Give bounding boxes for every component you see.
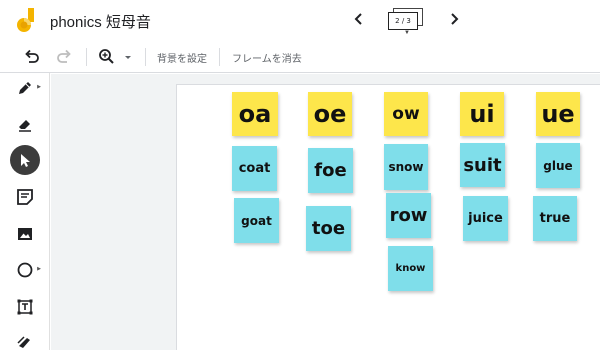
sticky-note-icon — [17, 189, 33, 205]
caret-down-icon — [125, 56, 131, 59]
sticky-note[interactable]: oe — [308, 92, 352, 136]
text-box-tool[interactable] — [12, 294, 38, 320]
text-box-icon — [17, 299, 33, 315]
select-tool[interactable] — [10, 145, 40, 175]
undo-icon — [25, 49, 39, 63]
tool-sidebar: ▶ ▶ — [0, 73, 50, 350]
jamboard-logo — [16, 8, 36, 34]
circle-icon — [17, 262, 33, 278]
laser-tool[interactable] — [12, 329, 38, 350]
chevron-right-icon — [451, 13, 459, 25]
set-background-button[interactable]: 背景を設定 — [157, 50, 207, 65]
undo-button[interactable] — [22, 47, 42, 67]
sticky-note[interactable]: goat — [234, 198, 279, 243]
flyout-arrow-icon: ▶ — [37, 266, 41, 272]
sticky-note[interactable]: ue — [536, 92, 580, 136]
eraser-tool[interactable] — [12, 111, 38, 137]
cursor-arrow-icon — [21, 154, 30, 167]
add-image-tool[interactable] — [12, 221, 38, 247]
sticky-note[interactable]: row — [386, 193, 431, 238]
shape-tool[interactable]: ▶ — [12, 257, 41, 283]
sticky-note[interactable]: know — [388, 246, 433, 291]
zoom-dropdown-button[interactable] — [121, 47, 135, 67]
app-title: phonics 短母音 — [50, 14, 151, 31]
previous-frame-button[interactable] — [349, 9, 369, 29]
toolbar: 背景を設定 フレームを消去 — [0, 40, 600, 73]
laser-pointer-icon — [17, 336, 30, 348]
zoom-in-icon — [99, 49, 114, 64]
top-bar: phonics 短母音 2 / 3 ▼ — [0, 0, 600, 40]
clear-frame-button[interactable]: フレームを消去 — [232, 50, 302, 65]
caret-down-icon: ▼ — [404, 30, 410, 36]
frame-indicator-button[interactable]: 2 / 3 ▼ — [388, 8, 424, 36]
image-icon — [18, 228, 32, 240]
toolbar-divider — [219, 48, 220, 66]
sticky-note[interactable]: juice — [463, 196, 508, 241]
redo-button[interactable] — [54, 47, 74, 67]
redo-icon — [57, 49, 71, 63]
sticky-note[interactable]: glue — [536, 143, 580, 188]
pen-tool[interactable]: ▶ — [12, 75, 41, 101]
sticky-note[interactable]: ow — [384, 92, 428, 136]
toolbar-divider — [86, 48, 87, 66]
sticky-note[interactable]: true — [533, 196, 577, 241]
sticky-note[interactable]: snow — [384, 144, 428, 190]
chevron-left-icon — [354, 13, 362, 25]
sticky-note[interactable]: oa — [232, 92, 278, 136]
sticky-note[interactable]: suit — [460, 143, 505, 187]
pen-icon — [19, 82, 31, 94]
sticky-note[interactable]: toe — [306, 206, 351, 251]
flyout-arrow-icon: ▶ — [37, 84, 41, 90]
sticky-note-tool[interactable] — [12, 184, 38, 210]
toolbar-divider — [145, 48, 146, 66]
sticky-note[interactable]: foe — [308, 148, 353, 193]
frame-counter: 2 / 3 — [388, 12, 418, 30]
sticky-note[interactable]: coat — [232, 146, 277, 191]
eraser-icon — [19, 120, 31, 132]
next-frame-button[interactable] — [444, 9, 464, 29]
sticky-note[interactable]: ui — [460, 92, 504, 136]
zoom-button[interactable] — [97, 47, 117, 67]
